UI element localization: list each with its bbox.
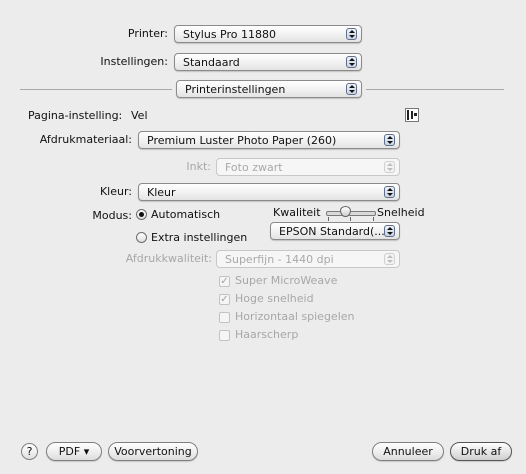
ink-label: Inkt:	[186, 160, 211, 173]
print-quality-label: Afdrukkwaliteit:	[125, 252, 212, 265]
checkbox-high-speed: ✓	[219, 294, 230, 305]
popup-arrows-icon	[384, 225, 395, 237]
ink-popup: Foto zwart	[216, 158, 400, 176]
printer-value: Stylus Pro 11880	[183, 28, 277, 41]
presets-label: Instellingen:	[100, 55, 168, 68]
page-setup-value: Vel	[131, 109, 148, 122]
popup-arrows-icon	[384, 134, 395, 146]
checkbox-super-microweave: ✓	[219, 276, 230, 287]
pdf-button[interactable]: PDF ▾	[46, 442, 102, 461]
slider-tick	[328, 217, 329, 221]
mode-advanced-label[interactable]: Extra instellingen	[151, 231, 247, 244]
separator-left	[20, 89, 172, 90]
popup-arrows-icon	[384, 253, 395, 265]
popup-arrows-icon	[384, 186, 395, 198]
printer-label: Printer:	[127, 27, 168, 40]
print-quality-value: Superfijn - 1440 dpi	[225, 253, 334, 266]
slider-track	[326, 211, 376, 216]
popup-arrows-icon	[346, 56, 357, 68]
slider-right-label: Snelheid	[377, 206, 425, 219]
checkbox-flip-horizontal-label: Horizontaal spiegelen	[235, 310, 355, 323]
epson-mode-value: EPSON Standard(...	[279, 225, 385, 238]
preview-button[interactable]: Voorvertoning	[108, 442, 198, 461]
slider-tick	[350, 217, 351, 221]
panel-value: Printerinstellingen	[185, 83, 286, 96]
ink-value: Foto zwart	[225, 161, 283, 174]
checkbox-finest-detail	[219, 330, 230, 341]
media-value: Premium Luster Photo Paper (260)	[147, 134, 337, 147]
presets-value: Standaard	[183, 56, 240, 69]
slider-left-label: Kwaliteit	[273, 206, 321, 219]
mode-label: Modus:	[92, 209, 132, 222]
checkbox-flip-horizontal	[219, 312, 230, 323]
epson-mode-popup[interactable]: EPSON Standard(...	[270, 222, 400, 240]
page-setup-icon[interactable]	[405, 108, 419, 122]
presets-popup[interactable]: Standaard	[174, 53, 362, 71]
printer-popup[interactable]: Stylus Pro 11880	[174, 25, 362, 43]
mode-automatic-radio[interactable]	[136, 209, 147, 220]
quality-speed-slider[interactable]	[326, 204, 376, 222]
mode-advanced-radio[interactable]	[136, 232, 147, 243]
cancel-button[interactable]: Annuleer	[372, 442, 444, 461]
page-setup-label: Pagina-instelling:	[28, 109, 123, 122]
media-label: Afdrukmateriaal:	[39, 133, 132, 146]
color-value: Kleur	[147, 186, 176, 199]
panel-popup[interactable]: Printerinstellingen	[176, 80, 362, 98]
color-popup[interactable]: Kleur	[138, 183, 400, 201]
separator-right	[366, 89, 504, 90]
media-popup[interactable]: Premium Luster Photo Paper (260)	[138, 131, 400, 149]
checkbox-super-microweave-label: Super MicroWeave	[235, 274, 338, 287]
print-quality-popup: Superfijn - 1440 dpi	[216, 250, 400, 268]
checkbox-finest-detail-label: Haarscherp	[235, 328, 299, 341]
print-button[interactable]: Druk af	[450, 442, 512, 461]
checkbox-high-speed-label: Hoge snelheid	[235, 292, 314, 305]
color-label: Kleur:	[99, 185, 132, 198]
popup-arrows-icon	[384, 161, 395, 173]
popup-arrows-icon	[346, 28, 357, 40]
help-button[interactable]: ?	[21, 443, 38, 460]
slider-tick	[373, 217, 374, 221]
mode-automatic-label[interactable]: Automatisch	[151, 208, 220, 221]
popup-arrows-icon	[346, 83, 357, 95]
